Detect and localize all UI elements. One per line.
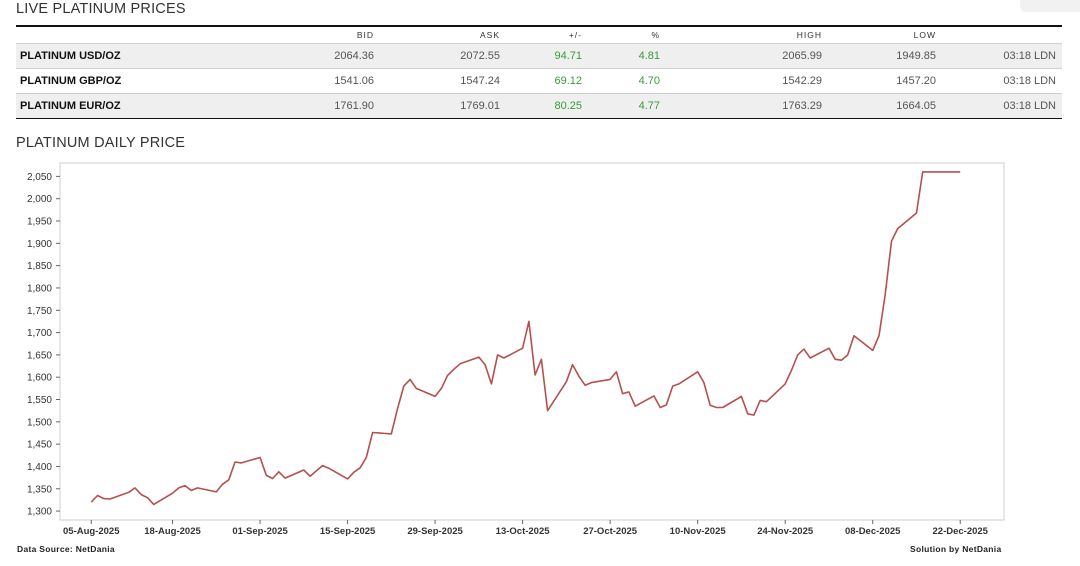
time-value: 03:18 LDN: [942, 93, 1062, 119]
time-value: 03:18 LDN: [942, 43, 1062, 69]
table-header-row: BID ASK +/- % HIGH LOW: [16, 27, 1062, 44]
percent-value: 4.77: [588, 93, 666, 119]
header-high: HIGH: [796, 30, 822, 40]
x-tick-label: 08-Dec-2025: [845, 526, 901, 537]
y-tick-label: 1,900: [27, 239, 52, 250]
low-value: 1457.20: [828, 68, 942, 94]
y-tick-label: 1,300: [27, 507, 52, 518]
high-value: 2065.99: [666, 43, 828, 69]
header-low: LOW: [913, 30, 936, 40]
y-tick-label: 2,050: [27, 172, 52, 183]
change-value: 80.25: [506, 93, 588, 119]
bid-value: 1761.90: [168, 93, 380, 119]
solution-label: Solution by NetDania: [910, 544, 1002, 554]
y-tick-label: 1,700: [27, 328, 52, 339]
y-tick-label: 2,000: [27, 194, 52, 205]
platinum-daily-chart: 1,300 1,350 1,400 1,450 1,500 1,550 1,600 1,650…: [27, 162, 1005, 537]
y-tick-label: 1,800: [27, 283, 52, 294]
percent-value: 4.81: [588, 43, 666, 69]
instrument-name: PLATINUM EUR/OZ: [16, 93, 168, 119]
live-prices-title: LIVE PLATINUM PRICES: [16, 1, 186, 17]
y-tick-label: 1,750: [27, 306, 52, 317]
change-value: 69.12: [506, 68, 588, 94]
percent-value: 4.70: [588, 68, 666, 94]
high-value: 1542.29: [666, 68, 828, 94]
instrument-name: PLATINUM GBP/OZ: [16, 68, 168, 94]
live-prices-table: BID ASK +/- % HIGH LOW PLATINUM USD/OZ 2…: [16, 27, 1062, 119]
x-tick-label: 29-Sep-2025: [407, 526, 463, 537]
y-tick-label: 1,850: [27, 261, 52, 272]
time-value: 03:18 LDN: [942, 68, 1062, 94]
x-tick-label: 15-Sep-2025: [320, 526, 376, 537]
x-tick-label: 01-Sep-2025: [232, 526, 288, 537]
bid-value: 1541.06: [168, 68, 380, 94]
ask-value: 2072.55: [380, 43, 506, 69]
x-tick-label: 24-Nov-2025: [757, 526, 814, 537]
header-change: +/-: [568, 30, 582, 40]
ask-value: 1769.01: [380, 93, 506, 119]
x-tick-label: 13-Oct-2025: [496, 526, 551, 537]
y-tick-label: 1,550: [27, 395, 52, 406]
table-row[interactable]: PLATINUM EUR/OZ 1761.90 1769.01 80.25 4.…: [16, 93, 1062, 119]
header-ask: ASK: [479, 30, 500, 40]
x-tick-label: 05-Aug-2025: [63, 526, 120, 537]
low-value: 1664.05: [828, 93, 942, 119]
x-tick-label: 10-Nov-2025: [670, 526, 727, 537]
change-value: 94.71: [506, 43, 588, 69]
header-time: [942, 27, 1062, 44]
header-percent: %: [651, 30, 660, 40]
y-tick-label: 1,450: [27, 440, 52, 451]
data-source-label: Data Source: NetDania: [17, 544, 115, 554]
y-tick-label: 1,950: [27, 217, 52, 228]
window-corner: [1020, 0, 1080, 12]
x-tick-label: 22-Dec-2025: [933, 526, 989, 537]
y-tick-label: 1,400: [27, 462, 52, 473]
table-row[interactable]: PLATINUM GBP/OZ 1541.06 1547.24 69.12 4.…: [16, 68, 1062, 94]
high-value: 1763.29: [666, 93, 828, 119]
daily-price-title: PLATINUM DAILY PRICE: [16, 135, 186, 151]
low-value: 1949.85: [828, 43, 942, 69]
instrument-name: PLATINUM USD/OZ: [16, 43, 168, 69]
table-row[interactable]: PLATINUM USD/OZ 2064.36 2072.55 94.71 4.…: [16, 43, 1062, 69]
y-tick-label: 1,350: [27, 484, 52, 495]
ask-value: 1547.24: [380, 68, 506, 94]
x-tick-label: 18-Aug-2025: [144, 526, 201, 537]
y-tick-label: 1,650: [27, 350, 52, 361]
y-tick-label: 1,600: [27, 373, 52, 384]
y-tick-label: 1,500: [27, 417, 52, 428]
header-instrument: [16, 27, 168, 44]
x-tick-label: 27-Oct-2025: [583, 526, 638, 537]
header-bid: BID: [356, 30, 374, 40]
bid-value: 2064.36: [168, 43, 380, 69]
